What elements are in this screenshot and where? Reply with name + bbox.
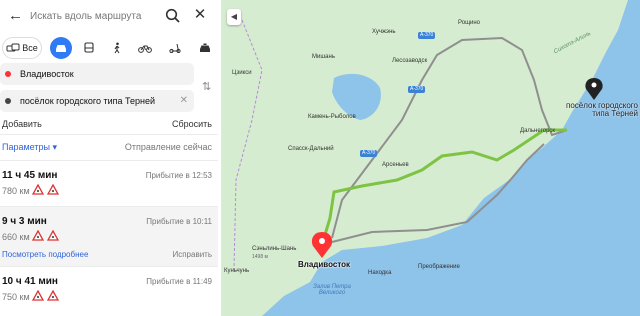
route-duration: 9 ч 3 мин xyxy=(2,216,47,227)
route-search-bar: ← Искать вдоль маршрута ✕ xyxy=(0,4,218,30)
highway-label: A-370 xyxy=(408,86,426,93)
map-label-roshchino: Рощино xyxy=(458,20,481,26)
route-actions: Добавить Сбросить xyxy=(0,117,218,131)
start-point-icon xyxy=(5,71,11,77)
map-label-preobrazhenie: Преображение xyxy=(418,264,460,270)
route-arrival: Прибытие в 10:11 xyxy=(146,217,212,226)
route-params-row: Параметры ▾ Отправление сейчас xyxy=(0,138,218,154)
swap-points-icon[interactable]: ⇅ xyxy=(202,80,211,93)
route-from-field[interactable]: Владивосток xyxy=(20,69,74,79)
params-dropdown[interactable]: Параметры ▾ xyxy=(2,142,57,153)
search-input[interactable]: Искать вдоль маршрута xyxy=(30,11,141,22)
mode-transit-button[interactable] xyxy=(80,37,98,59)
search-icon[interactable] xyxy=(164,7,182,25)
pedestrian-icon xyxy=(114,42,120,54)
road-warning-icon xyxy=(47,230,59,241)
route-duration: 10 ч 41 мин xyxy=(2,276,58,287)
mode-taxi-button[interactable] xyxy=(196,37,214,59)
clear-destination-icon[interactable]: ✕ xyxy=(180,95,188,106)
mode-all-label: Все xyxy=(22,43,38,53)
route-distance: 780 км xyxy=(2,186,30,196)
collapse-panel-button[interactable]: ◀ xyxy=(227,9,241,25)
end-point-icon xyxy=(5,98,11,104)
map-label-jixi: Цзикси xyxy=(232,70,252,76)
taxi-icon xyxy=(200,43,210,52)
route-panel: ← Искать вдоль маршрута ✕ Все Владивосто… xyxy=(0,0,222,316)
map-label-terney: посёлок городского типа Терней xyxy=(566,101,638,118)
map-label-lesozavodsk: Лесозаводск xyxy=(392,58,428,64)
scooter-icon xyxy=(169,43,181,53)
map-label-dalnegorsk: Дальнегорск xyxy=(520,128,556,134)
route-point-a[interactable]: Владивосток xyxy=(0,63,194,85)
route-duration: 11 ч 45 мин xyxy=(2,170,58,181)
route-option[interactable]: 11 ч 45 мин Прибытие в 12:53 780 км xyxy=(0,160,218,206)
route-to-field[interactable]: посёлок городского типа Терней xyxy=(20,96,155,106)
road-warning-icon xyxy=(32,230,44,241)
map-label-gulf: Залив Петра Великого xyxy=(313,284,351,296)
map-view[interactable]: ◀ Рощино Хучжэнь Лесозаводск Мишань Цзик… xyxy=(222,0,640,316)
road-warning-icon xyxy=(47,290,59,301)
add-point-button[interactable]: Добавить xyxy=(2,119,42,129)
road-warning-icon xyxy=(47,184,59,195)
map-label-khuchzhin: Хучжэнь xyxy=(372,29,396,35)
map-label-vladivostok: Владивосток xyxy=(298,260,351,269)
params-label: Параметры xyxy=(2,142,50,152)
road-warning-icon xyxy=(32,184,44,195)
mode-car-button[interactable] xyxy=(50,37,72,59)
route-point-b[interactable]: посёлок городского типа Терней ✕ xyxy=(0,90,194,112)
reset-button[interactable]: Сбросить xyxy=(172,119,212,129)
map-label-kamen: Камень-Рыболов xyxy=(308,114,356,120)
car-icon xyxy=(56,45,66,52)
road-warning-icon xyxy=(32,290,44,301)
map-label-senlin: Сэньлинь-Шань xyxy=(252,246,297,252)
close-icon[interactable]: ✕ xyxy=(191,6,209,24)
route-option-selected[interactable]: 9 ч 3 мин Прибытие в 10:11 660 км Посмот… xyxy=(0,206,218,266)
map-label-mishan: Мишань xyxy=(312,54,335,60)
route-distance: 750 км xyxy=(2,292,30,302)
route-arrival: Прибытие в 11:49 xyxy=(146,277,212,286)
map-label-spassk: Спасск-Дальний xyxy=(288,146,334,152)
map-label-kunchun: Куньчунь xyxy=(224,268,250,274)
bus-icon xyxy=(84,42,94,53)
mode-scooter-button[interactable] xyxy=(166,37,184,59)
divider xyxy=(0,134,218,135)
route-distance: 660 км xyxy=(2,232,30,242)
back-arrow-icon[interactable]: ← xyxy=(8,7,24,25)
map-label-arsenyev: Арсеньев xyxy=(382,162,409,168)
mode-all-button[interactable]: Все xyxy=(2,37,42,59)
route-details-link[interactable]: Посмотреть подробнее xyxy=(2,250,88,259)
map-label-senlin-height: 1498 м xyxy=(252,254,268,260)
route-arrival: Прибытие в 12:53 xyxy=(145,171,212,180)
bicycle-icon xyxy=(138,45,152,53)
route-option[interactable]: 10 ч 41 мин Прибытие в 11:49 750 км xyxy=(0,266,218,316)
route-fix-link[interactable]: Исправить xyxy=(172,250,212,259)
mode-walk-button[interactable] xyxy=(108,37,126,59)
highway-label: A-370 xyxy=(418,32,436,39)
highway-label: A-370 xyxy=(360,150,378,157)
mode-bike-button[interactable] xyxy=(136,37,154,59)
map-label-nakhodka: Находка xyxy=(368,270,392,276)
transport-mode-bar: Все xyxy=(0,37,218,61)
departure-selector[interactable]: Отправление сейчас xyxy=(125,142,212,152)
car-bus-icon xyxy=(6,43,20,52)
